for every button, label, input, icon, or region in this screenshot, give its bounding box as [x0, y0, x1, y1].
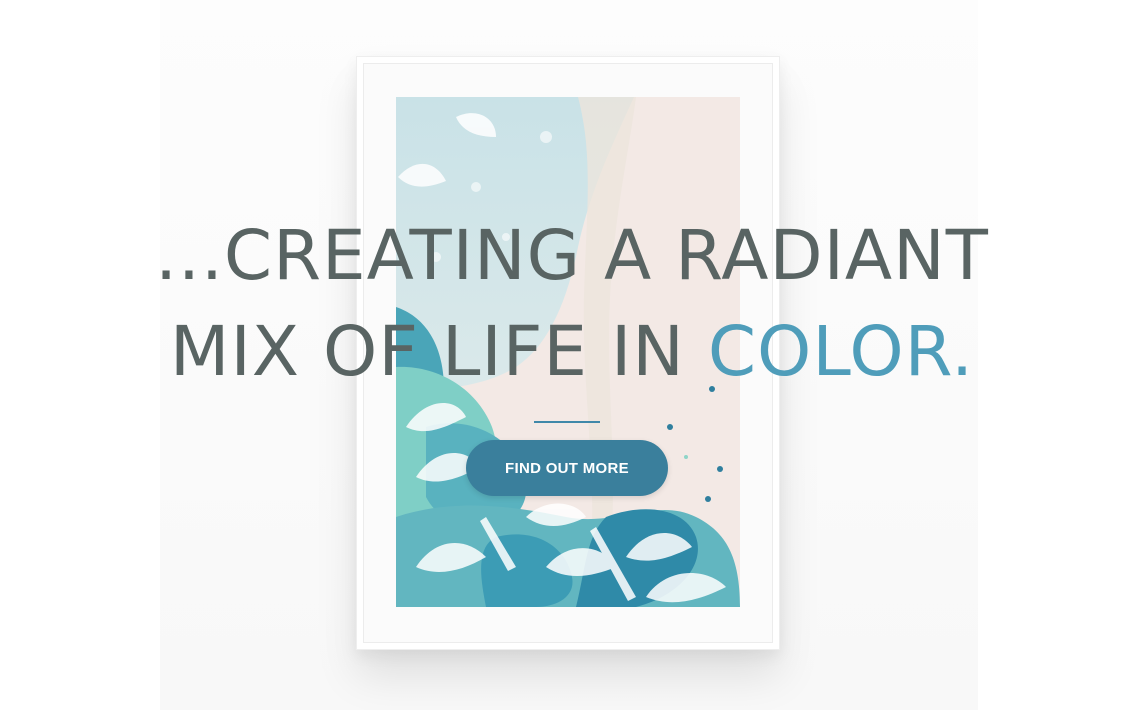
hero-section: ...CREATING A RADIANT MIX OF LIFE IN COL…	[0, 0, 1144, 710]
headline-divider	[534, 421, 600, 423]
find-out-more-button[interactable]: FIND OUT MORE	[466, 440, 668, 496]
headline-line-1: ...CREATING A RADIANT	[155, 216, 989, 296]
hero-headline: ...CREATING A RADIANT MIX OF LIFE IN COL…	[0, 208, 1144, 400]
headline-line-2-text: MIX OF LIFE IN	[169, 312, 708, 392]
headline-line-2: MIX OF LIFE IN COLOR.	[0, 304, 1144, 400]
headline-accent-word: COLOR.	[707, 312, 975, 392]
